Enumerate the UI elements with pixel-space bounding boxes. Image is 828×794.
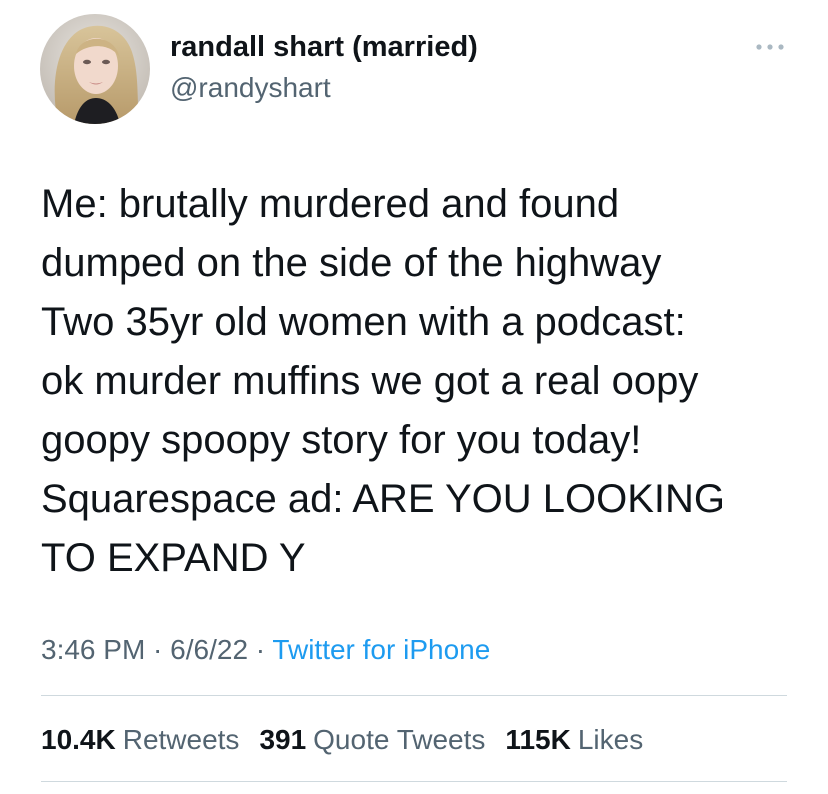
ellipsis-icon [756,44,784,50]
more-options-button[interactable] [748,34,792,60]
quote-tweets-count: 391 [259,724,307,755]
divider [41,695,787,696]
retweets-count: 10.4K [41,724,116,755]
author-display-name[interactable]: randall shart (married) [170,30,478,64]
author-handle[interactable]: @randyshart [170,71,331,105]
quote-tweets-label: Quote Tweets [313,724,486,755]
avatar[interactable] [40,14,150,124]
divider [41,781,787,782]
retweets-stat[interactable]: 10.4K Retweets [41,722,239,758]
user-avatar-photo-icon [40,14,150,124]
likes-stat[interactable]: 115K Likes [505,722,643,758]
quote-tweets-stat[interactable]: 391 Quote Tweets [259,722,485,758]
meta-separator: · [145,634,171,665]
meta-separator: · [248,634,273,665]
tweet-source-link[interactable]: Twitter for iPhone [272,634,490,665]
tweet-time[interactable]: 3:46 PM [41,634,145,665]
tweet-date[interactable]: 6/6/22 [170,634,248,665]
engagement-stats: 10.4K Retweets 391 Quote Tweets 115K Likes [41,722,643,758]
likes-count: 115K [505,724,571,755]
likes-label: Likes [577,724,644,755]
tweet-metadata: 3:46 PM · 6/6/22 · Twitter for iPhone [41,632,490,668]
tweet-text: Me: brutally murdered and found dumped o… [41,182,726,580]
retweets-label: Retweets [122,724,240,755]
